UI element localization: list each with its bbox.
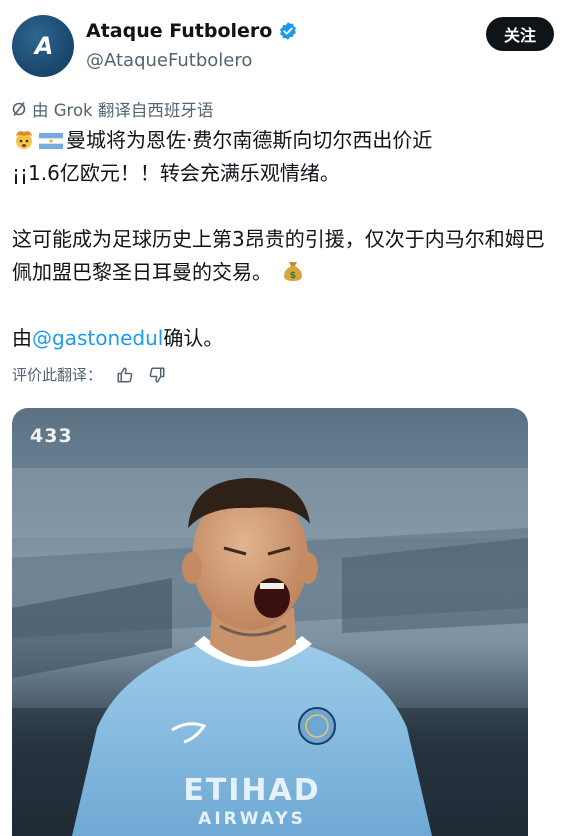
grok-icon [12,102,26,116]
rate-translation-label: 评价此翻译： [12,366,103,384]
watermark-433: 433 [30,425,73,447]
tweet-paragraph-2: 这可能成为足球历史上第3昂贵的引援，仅次于内马尔和姆巴佩加盟巴黎圣日耳曼的交易。 [12,227,545,284]
argentina-flag-emoji [39,132,63,150]
tweet-line-1: 曼城将为恩佐·费尔南德斯向切尔西出价近 [66,128,433,152]
money-bag-emoji: $ [284,262,303,281]
verified-badge-icon [280,22,297,40]
follow-button[interactable]: 关注 [486,17,554,51]
display-name[interactable]: Ataque Futbolero [86,20,272,42]
shirt-sponsor-bottom: AIRWAYS [198,809,306,829]
thumbs-up-icon[interactable] [116,366,134,384]
svg-text:$: $ [290,271,296,281]
tweet-text: 曼城将为恩佐·费尔南德斯向切尔西出价近 ¡¡1.6亿欧元！！转会充满乐观情绪。 … [12,124,564,355]
shirt-sponsor-top: ETIHAD [183,773,320,808]
confirmed-by-prefix: 由 [12,326,32,350]
translation-attribution[interactable]: 由 Grok 翻译自西班牙语 [12,97,213,121]
player-photo: ETIHAD AIRWAYS 433 [12,425,528,836]
tweet-image[interactable]: ETIHAD AIRWAYS 433 [12,408,528,836]
avatar[interactable]: A [12,15,74,77]
avatar-logo: A [34,32,54,60]
rate-translation-row: 评价此翻译： [12,364,166,385]
handle[interactable]: @AtaqueFutbolero [86,50,252,71]
tweet-line-2: ¡¡1.6亿欧元！！转会充满乐观情绪。 [12,161,340,185]
thumbs-down-icon[interactable] [148,366,166,384]
confirmed-by-suffix: 确认。 [163,326,224,350]
exploding-head-emoji [16,131,32,149]
mention-link[interactable]: @gastonedul [32,326,163,350]
name-row: Ataque Futbolero [86,20,298,42]
translation-label: 由 Grok 翻译自西班牙语 [32,101,214,120]
